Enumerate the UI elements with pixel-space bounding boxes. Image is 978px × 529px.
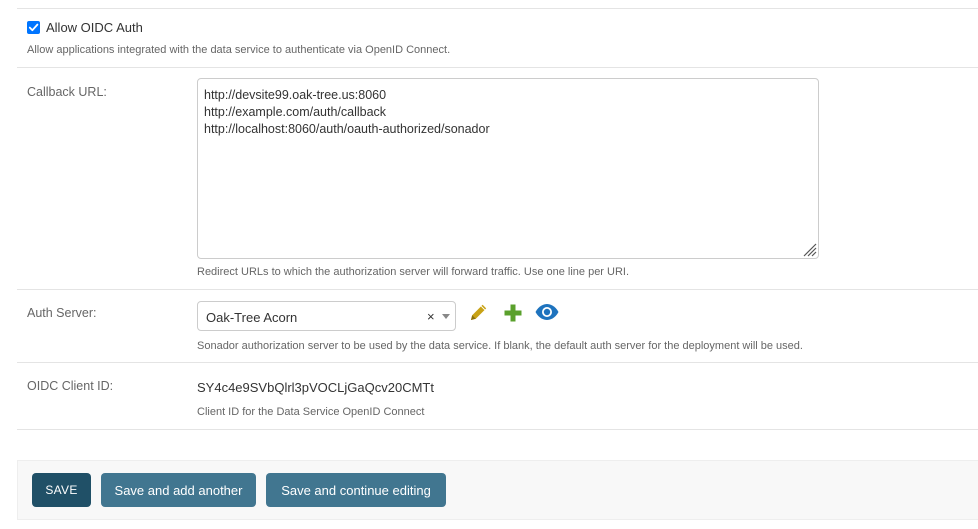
resize-handle-icon[interactable]	[801, 241, 817, 257]
eye-icon[interactable]	[534, 303, 560, 321]
callback-url-textarea[interactable]: http://devsite99.oak-tree.us:8060 http:/…	[197, 78, 819, 259]
auth-server-select[interactable]: Oak-Tree Acorn ×	[197, 301, 456, 331]
callback-url-line: http://devsite99.oak-tree.us:8060	[204, 88, 387, 102]
save-and-add-another-button[interactable]: Save and add another	[101, 473, 256, 507]
client-id-value: SY4c4e9SVbQlrl3pVOCLjGaQcv20CMTt	[197, 380, 434, 395]
callback-url-line: http://example.com/auth/callback	[204, 105, 387, 119]
clear-selection-icon[interactable]: ×	[427, 309, 435, 324]
auth-server-selected-value: Oak-Tree Acorn	[206, 310, 298, 325]
save-button[interactable]: SAVE	[32, 473, 91, 507]
auth-server-label: Auth Server:	[27, 306, 97, 320]
callback-url-help: Redirect URLs to which the authorization…	[197, 266, 630, 278]
check-icon	[28, 23, 39, 32]
client-id-help: Client ID for the Data Service OpenID Co…	[197, 406, 425, 418]
allow-oidc-help: Allow applications integrated with the d…	[27, 44, 451, 56]
client-id-label: OIDC Client ID:	[27, 379, 114, 393]
plus-icon[interactable]	[503, 303, 523, 323]
auth-server-help: Sonador authorization server to be used …	[197, 340, 803, 352]
divider	[17, 362, 978, 363]
allow-oidc-label[interactable]: Allow OIDC Auth	[46, 20, 143, 35]
callback-url-label: Callback URL:	[27, 85, 107, 99]
save-and-continue-editing-button[interactable]: Save and continue editing	[266, 473, 446, 507]
divider	[17, 8, 978, 9]
divider	[17, 67, 978, 68]
allow-oidc-checkbox[interactable]	[27, 21, 40, 34]
chevron-down-icon[interactable]	[442, 314, 450, 319]
divider	[17, 429, 978, 430]
divider	[17, 289, 978, 290]
pencil-icon[interactable]	[468, 302, 489, 323]
callback-url-line: http://localhost:8060/auth/oauth-authori…	[204, 122, 490, 136]
